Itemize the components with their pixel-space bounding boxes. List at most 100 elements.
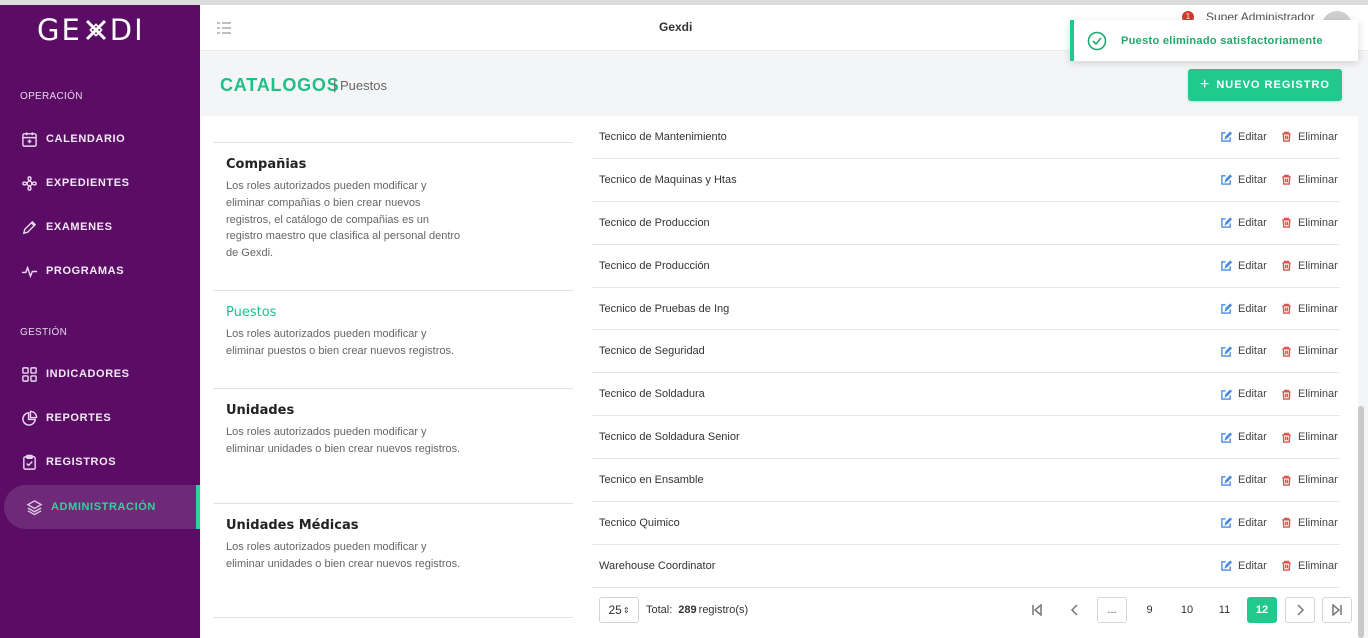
ellipsis-button[interactable]: ... bbox=[1097, 597, 1127, 623]
edit-icon bbox=[1221, 474, 1232, 486]
trash-icon bbox=[1282, 475, 1291, 486]
section-label-gestion: GESTIÓN bbox=[20, 327, 68, 338]
sidebar-item-label: PROGRAMAS bbox=[46, 265, 125, 277]
first-page-button[interactable] bbox=[1022, 597, 1052, 623]
delete-button[interactable]: Eliminar bbox=[1281, 260, 1338, 272]
row-name: Tecnico de Producción bbox=[599, 259, 710, 272]
first-page-icon bbox=[1032, 604, 1042, 616]
pagination: ... 9 10 11 12 bbox=[1022, 597, 1360, 623]
total-label: Total: bbox=[646, 604, 673, 616]
delete-button[interactable]: Eliminar bbox=[1281, 560, 1338, 572]
delete-label: Eliminar bbox=[1298, 259, 1338, 272]
toast-message: Puesto eliminado satisfactoriamente bbox=[1121, 34, 1323, 47]
edit-label: Editar bbox=[1238, 431, 1267, 444]
catalog-item-description: Los roles autorizados pueden modificar y… bbox=[226, 541, 461, 570]
edit-label: Editar bbox=[1238, 130, 1267, 143]
row-name: Tecnico de Pruebas de Ing bbox=[599, 302, 730, 315]
delete-button[interactable]: Eliminar bbox=[1281, 431, 1338, 443]
table-row: Tecnico de Maquinas y Htas Editar Eliminar bbox=[592, 159, 1340, 202]
catalog-item-unidades[interactable]: Unidades Los roles autorizados pueden mo… bbox=[213, 388, 573, 503]
edit-button[interactable]: Editar bbox=[1221, 131, 1267, 143]
table-row: Tecnico de Seguridad Editar Eliminar bbox=[592, 330, 1340, 374]
sidebar-item-reportes[interactable]: REPORTES bbox=[20, 400, 195, 436]
delete-button[interactable]: Eliminar bbox=[1281, 131, 1338, 143]
page-button-10[interactable]: 10 bbox=[1172, 597, 1202, 623]
delete-button[interactable]: Eliminar bbox=[1281, 217, 1338, 229]
edit-button[interactable]: Editar bbox=[1221, 303, 1267, 315]
catalog-list: Compañias Los roles autorizados pueden m… bbox=[213, 142, 573, 618]
delete-button[interactable]: Eliminar bbox=[1281, 303, 1338, 315]
page-size-value: 25 bbox=[608, 603, 622, 617]
layers-icon bbox=[25, 498, 43, 516]
row-name: Tecnico de Mantenimiento bbox=[599, 130, 727, 143]
catalog-item-unidades-medicas[interactable]: Unidades Médicas Los roles autorizados p… bbox=[213, 503, 573, 618]
edit-button[interactable]: Editar bbox=[1221, 260, 1267, 272]
sidebar-item-label: REGISTROS bbox=[46, 456, 117, 468]
next-page-button[interactable] bbox=[1284, 597, 1315, 623]
delete-label: Eliminar bbox=[1298, 345, 1338, 358]
app-logo[interactable]: GE DI bbox=[37, 13, 145, 47]
new-record-button[interactable]: + NUEVO REGISTRO bbox=[1188, 69, 1342, 101]
sidebar-item-examenes[interactable]: EXAMENES bbox=[20, 209, 195, 245]
sidebar-item-indicadores[interactable]: INDICADORES bbox=[20, 356, 195, 392]
prev-page-button[interactable] bbox=[1060, 597, 1090, 623]
delete-label: Eliminar bbox=[1298, 302, 1338, 315]
trash-icon bbox=[1282, 389, 1291, 400]
page-scrollbar[interactable] bbox=[1358, 406, 1364, 638]
edit-button[interactable]: Editar bbox=[1221, 345, 1267, 357]
pulse-icon bbox=[20, 262, 38, 280]
edit-label: Editar bbox=[1238, 302, 1267, 315]
pie-chart-icon bbox=[20, 409, 38, 427]
table-row: Tecnico Quimico Editar Eliminar bbox=[592, 502, 1340, 545]
calendar-icon bbox=[20, 130, 38, 148]
delete-button[interactable]: Eliminar bbox=[1281, 388, 1338, 400]
catalog-item-companias[interactable]: Compañias Los roles autorizados pueden m… bbox=[213, 142, 573, 290]
edit-label: Editar bbox=[1238, 259, 1267, 272]
sidebar-item-administracion[interactable]: ADMINISTRACIÓN bbox=[4, 485, 200, 529]
total-records: Total: 289 registro(s) bbox=[646, 604, 748, 616]
chevron-right-icon bbox=[1296, 604, 1304, 616]
trash-icon bbox=[1282, 518, 1291, 529]
catalog-item-puestos[interactable]: Puestos Los roles autorizados pueden mod… bbox=[213, 290, 573, 388]
edit-button[interactable]: Editar bbox=[1221, 517, 1267, 529]
edit-icon bbox=[1221, 517, 1232, 529]
edit-icon bbox=[1221, 389, 1232, 400]
edit-button[interactable]: Editar bbox=[1221, 388, 1267, 400]
menu-toggle-icon[interactable] bbox=[216, 21, 232, 35]
success-toast[interactable]: Puesto eliminado satisfactoriamente bbox=[1070, 20, 1358, 61]
edit-icon bbox=[1221, 560, 1232, 572]
edit-icon bbox=[1221, 217, 1232, 228]
trash-icon bbox=[1282, 303, 1291, 314]
total-count: 289 bbox=[678, 604, 697, 616]
delete-button[interactable]: Eliminar bbox=[1281, 345, 1338, 357]
expedientes-icon bbox=[20, 174, 38, 192]
sidebar-item-calendario[interactable]: CALENDARIO bbox=[20, 121, 195, 157]
edit-button[interactable]: Editar bbox=[1221, 431, 1267, 443]
catalog-item-title: Puestos bbox=[226, 305, 277, 320]
edit-button[interactable]: Editar bbox=[1221, 174, 1267, 186]
page-button-11[interactable]: 11 bbox=[1210, 597, 1240, 623]
edit-label: Editar bbox=[1238, 516, 1267, 529]
sidebar-item-registros[interactable]: REGISTROS bbox=[20, 444, 195, 480]
trash-icon bbox=[1282, 217, 1291, 228]
edit-button[interactable]: Editar bbox=[1221, 474, 1267, 486]
catalog-item-description: Los roles autorizados pueden modificar y… bbox=[226, 180, 461, 260]
chevron-left-icon bbox=[1070, 604, 1078, 616]
edit-icon bbox=[1221, 260, 1232, 271]
edit-label: Editar bbox=[1238, 216, 1267, 229]
table-footer: 25 ⇕ Total: 289 registro(s) ... 9 10 11 12 bbox=[592, 596, 1352, 626]
last-page-button[interactable] bbox=[1322, 597, 1352, 623]
page-size-select[interactable]: 25 ⇕ bbox=[599, 597, 639, 623]
catalog-item-description: Los roles autorizados pueden modificar y… bbox=[226, 426, 461, 455]
table-row: Tecnico de Soldadura Senior Editar Elimina… bbox=[592, 416, 1340, 460]
sidebar-item-programas[interactable]: PROGRAMAS bbox=[20, 253, 195, 289]
delete-button[interactable]: Eliminar bbox=[1281, 174, 1338, 186]
delete-button[interactable]: Eliminar bbox=[1281, 474, 1338, 486]
edit-button[interactable]: Editar bbox=[1221, 560, 1267, 572]
catalog-item-description: Los roles autorizados pueden modificar y… bbox=[226, 328, 455, 357]
page-button-12[interactable]: 12 bbox=[1247, 597, 1277, 623]
delete-button[interactable]: Eliminar bbox=[1281, 517, 1338, 529]
page-button-9[interactable]: 9 bbox=[1135, 597, 1165, 623]
edit-button[interactable]: Editar bbox=[1221, 217, 1267, 229]
sidebar-item-expedientes[interactable]: EXPEDIENTES bbox=[20, 165, 195, 201]
